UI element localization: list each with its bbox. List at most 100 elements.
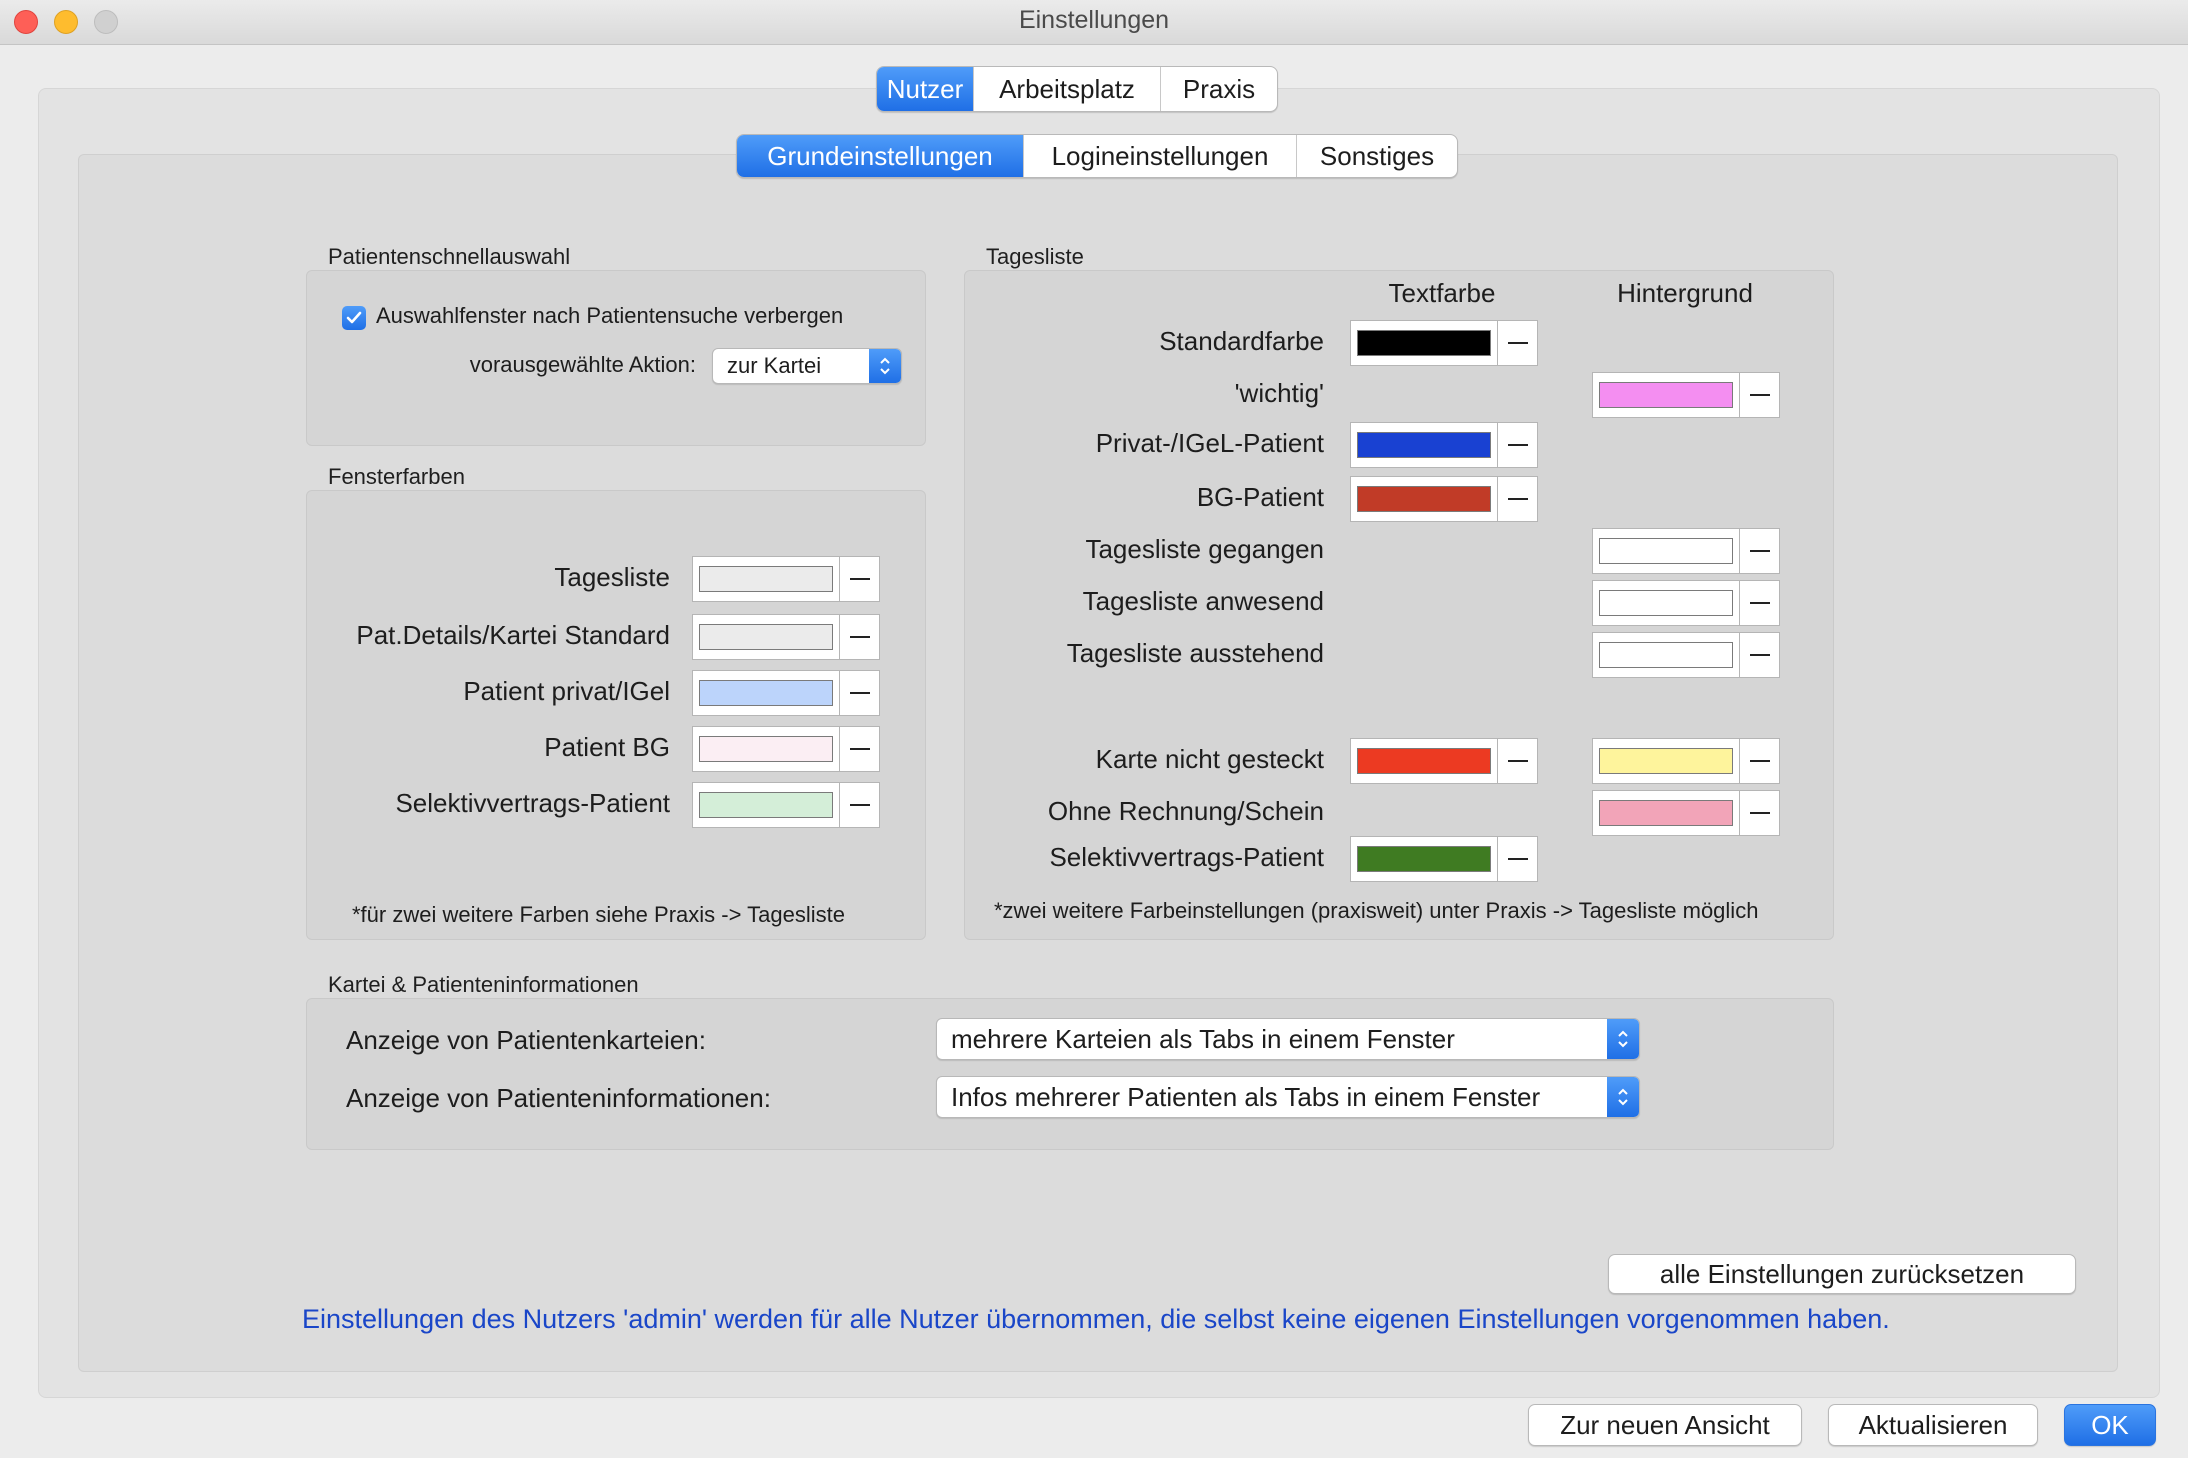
preselected-action-select[interactable]: zur Kartei <box>712 348 902 384</box>
kartei-title: Kartei & Patienteninformationen <box>328 972 639 997</box>
tages-standardfarbe-text-color-well[interactable] <box>1350 320 1498 366</box>
tab-sonstiges[interactable]: Sonstiges <box>1297 135 1457 177</box>
tages-tagesliste-anwesend-label: Tagesliste anwesend <box>1082 586 1324 616</box>
tagesliste-note: *zwei weitere Farbeinstellungen (praxisw… <box>994 898 1759 923</box>
hide-selection-label: Auswahlfenster nach Patientensuche verbe… <box>376 303 844 328</box>
minus-icon <box>1507 498 1528 500</box>
tages-privat-igel-patient-label: Privat-/IGeL-Patient <box>1095 428 1324 458</box>
minus-icon <box>1749 654 1770 656</box>
tab-grundeinstellungen[interactable]: Grundeinstellungen <box>737 135 1024 177</box>
minus-icon <box>1507 444 1528 446</box>
preselected-action-value: zur Kartei <box>727 353 822 378</box>
tages-ohne-rechnung-schein-bg-clear-button[interactable] <box>1740 790 1780 836</box>
tages-bg-patient-text-clear-button[interactable] <box>1498 476 1538 522</box>
tages-tagesliste-gegangen-bg-color-swatch <box>1599 538 1733 564</box>
textfarbe-column-header: Textfarbe <box>1388 278 1496 308</box>
karteien-display-select[interactable]: mehrere Karteien als Tabs in einem Fenst… <box>936 1018 1640 1060</box>
fenster-patient-privat-igel-color-well[interactable] <box>692 670 840 716</box>
tab-praxis[interactable]: Praxis <box>1161 67 1277 111</box>
tages-tagesliste-gegangen-bg-clear-button[interactable] <box>1740 528 1780 574</box>
fenster-tagesliste-label: Tagesliste <box>554 562 670 592</box>
tages-bg-patient-text-color-swatch <box>1357 486 1491 512</box>
minus-icon <box>1749 812 1770 814</box>
tages-wichtig-bg-color-well[interactable] <box>1592 372 1740 418</box>
tages-selektivvertrags-patient-label: Selektivvertrags-Patient <box>1049 842 1324 872</box>
tages-privat-igel-patient-text-color-swatch <box>1357 432 1491 458</box>
fenster-selektivvertrags-patient-color-well[interactable] <box>692 782 840 828</box>
ok-button[interactable]: OK <box>2064 1404 2156 1446</box>
fenster-pat-details-kartei-standard-clear-button[interactable] <box>840 614 880 660</box>
sub-tab-bar: Grundeinstellungen Logineinstellungen So… <box>736 134 1458 178</box>
fensterfarben-note: *für zwei weitere Farben siehe Praxis ->… <box>352 902 845 927</box>
tages-ohne-rechnung-schein-label: Ohne Rechnung/Schein <box>1047 796 1324 826</box>
fenster-pat-details-kartei-standard-color-swatch <box>699 624 833 650</box>
tages-privat-igel-patient-text-color-well[interactable] <box>1350 422 1498 468</box>
tages-wichtig-label: 'wichtig' <box>1234 378 1324 408</box>
minus-icon <box>849 692 870 694</box>
fenster-tagesliste-clear-button[interactable] <box>840 556 880 602</box>
fenster-patient-bg-label: Patient BG <box>544 732 670 762</box>
tages-selektivvertrags-patient-text-clear-button[interactable] <box>1498 836 1538 882</box>
fenster-pat-details-kartei-standard-label: Pat.Details/Kartei Standard <box>356 620 670 650</box>
minus-icon <box>1749 602 1770 604</box>
fenster-patient-bg-color-well[interactable] <box>692 726 840 772</box>
refresh-button[interactable]: Aktualisieren <box>1828 1404 2038 1446</box>
karteien-display-label: Anzeige von Patientenkarteien: <box>346 1025 706 1055</box>
tages-selektivvertrags-patient-text-color-well[interactable] <box>1350 836 1498 882</box>
tages-karte-nicht-gesteckt-text-clear-button[interactable] <box>1498 738 1538 784</box>
fenster-tagesliste-color-swatch <box>699 566 833 592</box>
tab-arbeitsplatz[interactable]: Arbeitsplatz <box>974 67 1161 111</box>
preselected-action-label: vorausgewählte Aktion: <box>469 352 696 377</box>
tages-karte-nicht-gesteckt-text-color-well[interactable] <box>1350 738 1498 784</box>
minus-icon <box>849 636 870 638</box>
fenster-pat-details-kartei-standard-color-well[interactable] <box>692 614 840 660</box>
fenster-patient-bg-clear-button[interactable] <box>840 726 880 772</box>
chevron-updown-icon <box>1607 1019 1639 1059</box>
tages-bg-patient-label: BG-Patient <box>1196 482 1324 512</box>
tages-tagesliste-ausstehend-bg-color-well[interactable] <box>1592 632 1740 678</box>
tages-tagesliste-ausstehend-bg-clear-button[interactable] <box>1740 632 1780 678</box>
fenster-tagesliste-color-well[interactable] <box>692 556 840 602</box>
tages-karte-nicht-gesteckt-bg-color-swatch <box>1599 748 1733 774</box>
tages-karte-nicht-gesteckt-bg-clear-button[interactable] <box>1740 738 1780 784</box>
fenster-patient-bg-color-swatch <box>699 736 833 762</box>
tages-standardfarbe-text-clear-button[interactable] <box>1498 320 1538 366</box>
tages-karte-nicht-gesteckt-bg-color-well[interactable] <box>1592 738 1740 784</box>
tages-tagesliste-ausstehend-label: Tagesliste ausstehend <box>1066 638 1324 668</box>
minus-icon <box>849 804 870 806</box>
tages-standardfarbe-text-color-swatch <box>1357 330 1491 356</box>
fensterfarben-title: Fensterfarben <box>328 464 465 489</box>
fenster-selektivvertrags-patient-clear-button[interactable] <box>840 782 880 828</box>
tages-tagesliste-anwesend-bg-clear-button[interactable] <box>1740 580 1780 626</box>
schnellauswahl-title: Patientenschnellauswahl <box>328 244 571 269</box>
minus-icon <box>1507 858 1528 860</box>
tages-wichtig-bg-clear-button[interactable] <box>1740 372 1780 418</box>
fenster-selektivvertrags-patient-color-swatch <box>699 792 833 818</box>
minus-icon <box>849 578 870 580</box>
tages-tagesliste-gegangen-bg-color-well[interactable] <box>1592 528 1740 574</box>
tages-wichtig-bg-color-swatch <box>1599 382 1733 408</box>
tab-nutzer[interactable]: Nutzer <box>877 67 974 111</box>
new-view-button[interactable]: Zur neuen Ansicht <box>1528 1404 1802 1446</box>
reset-all-settings-button[interactable]: alle Einstellungen zurücksetzen <box>1608 1254 2076 1294</box>
tages-karte-nicht-gesteckt-label: Karte nicht gesteckt <box>1095 744 1324 774</box>
fenster-patient-privat-igel-clear-button[interactable] <box>840 670 880 716</box>
tages-bg-patient-text-color-well[interactable] <box>1350 476 1498 522</box>
fenster-selektivvertrags-patient-label: Selektivvertrags-Patient <box>395 788 670 818</box>
minus-icon <box>1749 760 1770 762</box>
tages-tagesliste-gegangen-label: Tagesliste gegangen <box>1085 534 1324 564</box>
infos-display-select[interactable]: Infos mehrerer Patienten als Tabs in ein… <box>936 1076 1640 1118</box>
tages-ohne-rechnung-schein-bg-color-well[interactable] <box>1592 790 1740 836</box>
hintergrund-column-header: Hintergrund <box>1617 278 1753 308</box>
checkmark-icon <box>346 311 362 324</box>
tages-privat-igel-patient-text-clear-button[interactable] <box>1498 422 1538 468</box>
minus-icon <box>1749 550 1770 552</box>
tab-logineinstellungen[interactable]: Logineinstellungen <box>1024 135 1297 177</box>
karteien-display-value: mehrere Karteien als Tabs in einem Fenst… <box>951 1023 1455 1054</box>
hide-selection-checkbox[interactable] <box>342 306 366 330</box>
minus-icon <box>1749 394 1770 396</box>
tages-tagesliste-anwesend-bg-color-well[interactable] <box>1592 580 1740 626</box>
top-tab-bar: Nutzer Arbeitsplatz Praxis <box>876 66 1278 112</box>
minus-icon <box>1507 342 1528 344</box>
infos-display-value: Infos mehrerer Patienten als Tabs in ein… <box>951 1081 1541 1112</box>
